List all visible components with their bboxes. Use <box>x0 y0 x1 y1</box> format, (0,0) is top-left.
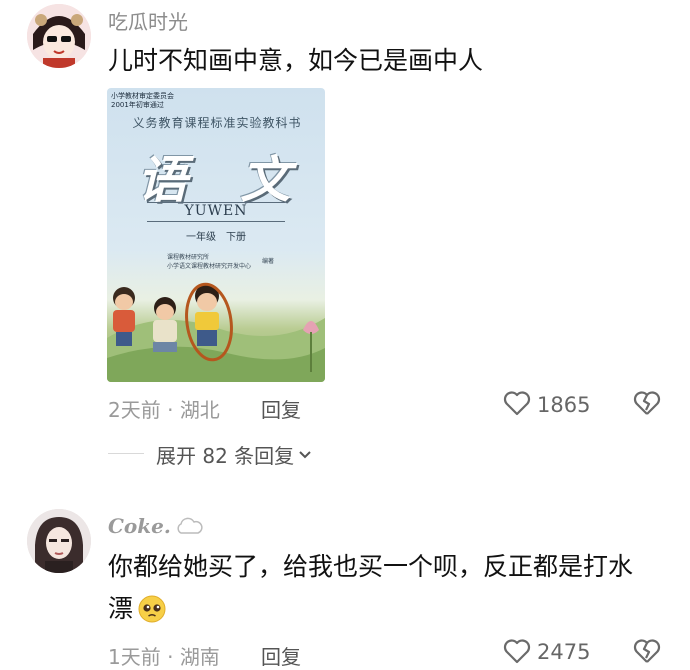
like-count: 2475 <box>537 640 591 664</box>
comment-meta: 2天前 · 湖北 <box>108 394 220 423</box>
chevron-down-icon <box>298 450 312 460</box>
heart-outline-icon[interactable] <box>503 638 531 664</box>
like-count: 1865 <box>537 393 591 417</box>
cover-illustration <box>107 282 325 382</box>
divider <box>147 221 285 222</box>
comment-text: 儿时不知画中意，如今已是画中人 <box>108 46 484 75</box>
avatar[interactable] <box>27 509 91 573</box>
divider <box>108 453 144 454</box>
book-pinyin: YUWEN <box>184 203 248 219</box>
username[interactable]: 吃瓜时光 <box>108 6 188 35</box>
comment-text-line2: 漂 <box>108 590 167 628</box>
username[interactable]: Coke. <box>108 514 171 538</box>
comment-text-continued: 漂 <box>108 594 134 623</box>
badge-line: 2001年初审通过 <box>111 101 164 109</box>
meta-separator: · <box>167 645 174 669</box>
comment-text: 你都给她买了，给我也买一个呗，反正都是打水 <box>108 552 634 581</box>
heart-outline-icon[interactable] <box>503 390 531 416</box>
cloud-icon <box>175 517 203 535</box>
meta-separator: · <box>167 398 174 422</box>
username-row: Coke. <box>108 514 203 538</box>
book-publisher: 小学语文课程教材研究开发中心 <box>167 263 252 270</box>
broken-heart-icon[interactable] <box>633 390 661 416</box>
pleading-face-emoji-icon <box>137 594 167 624</box>
book-grade: 一年级 下册 <box>186 232 246 243</box>
comment-time: 2天前 <box>108 398 161 422</box>
approval-badge: 小学教材审定委员会 2001年初审通过 <box>111 92 174 110</box>
reply-button[interactable]: 回复 <box>261 394 301 423</box>
broken-heart-icon[interactable] <box>633 638 661 664</box>
book-series: 义务教育课程标准实验教科书 <box>132 116 302 130</box>
avatar[interactable] <box>27 4 91 68</box>
comment-location: 湖南 <box>179 645 220 669</box>
comment-location: 湖北 <box>179 398 220 422</box>
book-publisher: 编著 <box>262 258 275 265</box>
expand-replies-label: 展开 82 条回复 <box>156 444 295 468</box>
badge-line: 小学教材审定委员会 <box>111 92 174 100</box>
comment-image-textbook-cover[interactable]: 小学教材审定委员会 2001年初审通过 义务教育课程标准实验教科书 语 文 YU… <box>107 88 325 382</box>
expand-replies-button[interactable]: 展开 82 条回复 <box>156 440 312 469</box>
book-publisher: 课程教材研究所 <box>167 254 210 261</box>
comment-time: 1天前 <box>108 645 161 669</box>
